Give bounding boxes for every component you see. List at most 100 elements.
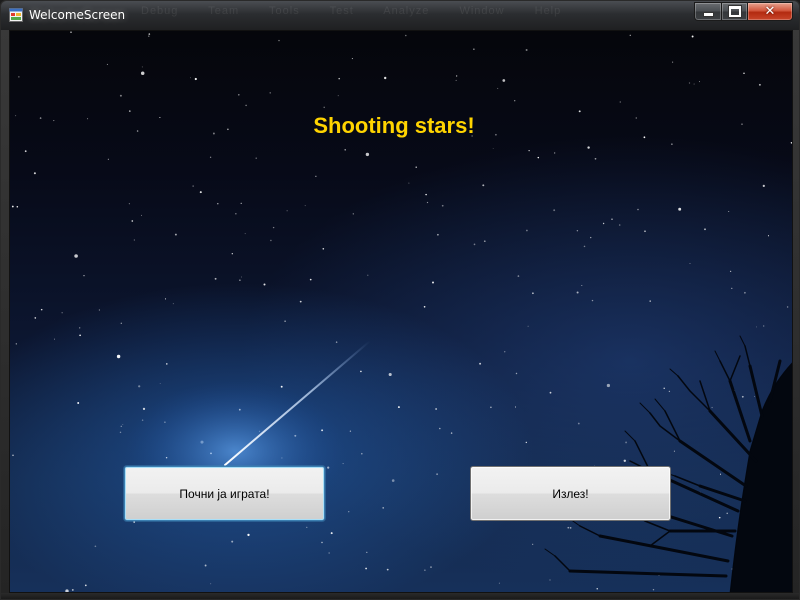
star xyxy=(435,408,437,410)
star xyxy=(199,191,202,194)
star xyxy=(673,450,675,452)
ghost-menu-test: Test xyxy=(329,5,354,17)
title-bar[interactable]: Debug Team Tools Test Analyze Window Hel… xyxy=(1,1,799,30)
star xyxy=(587,146,590,149)
star xyxy=(497,87,499,89)
star xyxy=(309,278,312,281)
star xyxy=(141,214,142,216)
star xyxy=(269,92,271,94)
star xyxy=(758,83,761,86)
star xyxy=(24,150,27,153)
star xyxy=(456,75,458,77)
star xyxy=(120,425,122,427)
caption-buttons: ✕ xyxy=(694,2,793,21)
star xyxy=(762,184,765,188)
ghost-menu-help: Help xyxy=(534,5,562,17)
star xyxy=(671,143,673,145)
star xyxy=(128,203,130,205)
star xyxy=(238,94,240,96)
star xyxy=(361,452,363,455)
star xyxy=(241,276,242,278)
star xyxy=(729,270,732,273)
star xyxy=(306,526,308,528)
star xyxy=(424,569,426,571)
star xyxy=(473,243,476,246)
star xyxy=(348,511,350,513)
star xyxy=(116,354,121,359)
star xyxy=(12,454,14,457)
star xyxy=(763,325,765,327)
star xyxy=(611,218,613,220)
star xyxy=(526,229,528,232)
form-app-icon[interactable] xyxy=(9,8,23,22)
star xyxy=(231,253,233,255)
star xyxy=(432,281,434,284)
star xyxy=(455,79,457,81)
star xyxy=(244,233,246,235)
star xyxy=(423,305,426,308)
star xyxy=(397,406,400,409)
star xyxy=(70,31,72,33)
star xyxy=(365,152,370,157)
star xyxy=(618,224,621,226)
window-bottom-border xyxy=(1,593,799,599)
star xyxy=(668,390,671,393)
star xyxy=(338,77,340,80)
star xyxy=(79,334,81,337)
star xyxy=(172,303,174,305)
star xyxy=(525,49,528,51)
star xyxy=(142,407,146,411)
maximize-button[interactable] xyxy=(721,2,747,21)
star xyxy=(596,588,598,590)
exit-button[interactable]: Излез! xyxy=(470,466,671,521)
star xyxy=(209,156,212,158)
maximize-icon xyxy=(728,6,741,17)
background-menu-ghost: Debug Team Tools Test Analyze Window Hel… xyxy=(141,5,587,17)
minimize-button[interactable] xyxy=(694,2,721,21)
star xyxy=(767,235,770,237)
star xyxy=(567,526,570,529)
star xyxy=(138,385,141,388)
star xyxy=(430,566,432,568)
star xyxy=(11,205,14,208)
star xyxy=(483,240,486,243)
star xyxy=(731,287,733,289)
star xyxy=(272,226,275,229)
star xyxy=(214,277,217,280)
star xyxy=(437,233,439,236)
star xyxy=(689,263,691,265)
star xyxy=(644,230,646,233)
ghost-menu-window: Window xyxy=(459,5,505,17)
start-game-button[interactable]: Почни ја играта! xyxy=(124,466,325,521)
star xyxy=(255,157,257,159)
star xyxy=(280,385,283,388)
star xyxy=(549,579,551,581)
star xyxy=(247,533,250,537)
star xyxy=(514,406,517,408)
star xyxy=(741,395,744,398)
star xyxy=(591,299,594,302)
tree-silhouette xyxy=(544,335,792,592)
star xyxy=(245,104,247,107)
star xyxy=(577,422,580,425)
star xyxy=(441,204,444,207)
star xyxy=(498,582,500,584)
star xyxy=(337,95,339,97)
star xyxy=(321,541,323,544)
star xyxy=(450,432,453,434)
star xyxy=(286,210,288,212)
star xyxy=(699,81,700,83)
star xyxy=(349,430,352,432)
close-button[interactable]: ✕ xyxy=(747,2,793,21)
window-title: WelcomeScreen xyxy=(29,8,126,22)
star xyxy=(652,588,655,591)
star xyxy=(15,343,17,345)
star xyxy=(728,210,730,213)
star xyxy=(323,106,325,109)
star xyxy=(663,387,665,390)
star xyxy=(83,275,85,277)
star xyxy=(98,309,100,311)
star xyxy=(106,63,108,65)
star xyxy=(330,532,333,535)
star xyxy=(239,279,241,281)
